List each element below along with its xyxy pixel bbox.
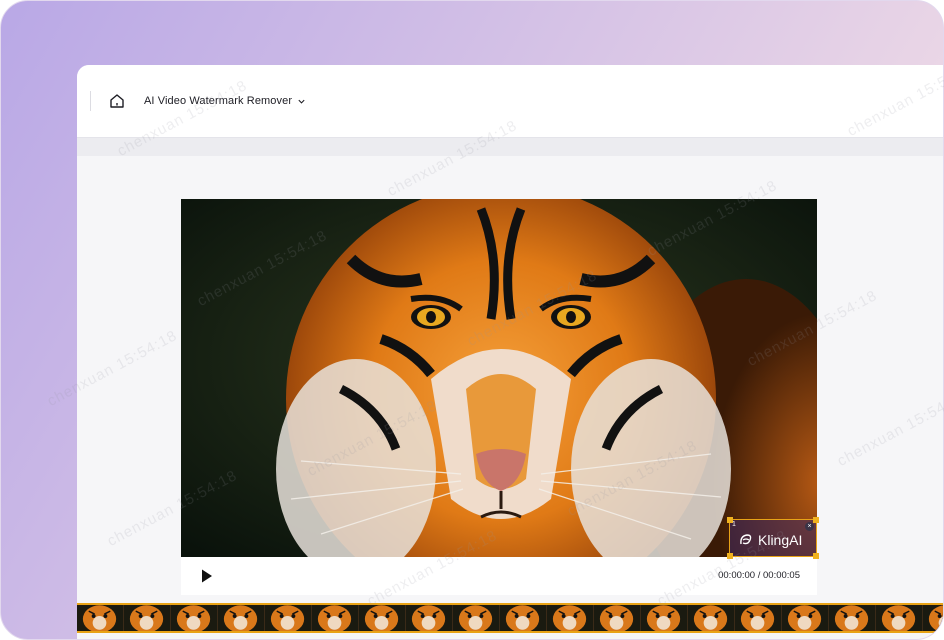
total-time: 00:00:05	[763, 570, 800, 581]
filmstrip-frame	[359, 605, 406, 631]
app-window: AI Video Watermark Remover 00:00:00 / 00…	[77, 65, 943, 639]
filmstrip-frame	[265, 605, 312, 631]
timeline-filmstrip[interactable]	[77, 603, 943, 633]
filmstrip-frame	[218, 605, 265, 631]
tiger-video-frame	[181, 199, 817, 557]
video-preview[interactable]	[181, 199, 817, 557]
filmstrip-frame	[829, 605, 876, 631]
tool-selector-label: AI Video Watermark Remover	[144, 95, 293, 107]
tool-selector[interactable]: AI Video Watermark Remover	[144, 93, 306, 109]
filmstrip-frame	[641, 605, 688, 631]
filmstrip-frame	[782, 605, 829, 631]
outer-frame: AI Video Watermark Remover 00:00:00 / 00…	[0, 0, 944, 640]
selection-index: 1	[732, 521, 736, 528]
filmstrip-frame	[923, 605, 943, 631]
kling-watermark: KlingAI	[738, 532, 802, 548]
sub-toolbar	[77, 138, 943, 156]
time-separator: /	[755, 570, 764, 581]
filmstrip-frame	[500, 605, 547, 631]
chevron-down-icon	[298, 99, 305, 104]
resize-handle-bl[interactable]	[727, 553, 733, 559]
current-time: 00:00:00	[718, 570, 756, 581]
filmstrip-frame	[547, 605, 594, 631]
home-icon[interactable]	[108, 92, 126, 110]
filmstrip-frame	[688, 605, 735, 631]
watermark-selection-box[interactable]: 1 × KlingAI	[727, 517, 819, 559]
filmstrip-frame	[735, 605, 782, 631]
watermark-logo-text: KlingAI	[758, 532, 803, 548]
filmstrip-frame	[77, 605, 124, 631]
filmstrip-frame	[124, 605, 171, 631]
filmstrip-frame	[876, 605, 923, 631]
player-controls: 00:00:00 / 00:00:05	[181, 557, 817, 595]
close-icon[interactable]: ×	[805, 522, 814, 531]
topbar-divider	[90, 91, 91, 111]
filmstrip-frame	[171, 605, 218, 631]
filmstrip-frame	[453, 605, 500, 631]
filmstrip-frame	[406, 605, 453, 631]
kling-logo-icon	[740, 534, 752, 545]
resize-handle-br[interactable]	[813, 553, 819, 559]
filmstrip-frame	[312, 605, 359, 631]
resize-handle-tr[interactable]	[813, 517, 819, 523]
top-bar: AI Video Watermark Remover	[77, 65, 943, 138]
time-display: 00:00:00 / 00:00:05	[718, 570, 800, 581]
filmstrip-frame	[594, 605, 641, 631]
play-icon[interactable]	[199, 568, 215, 584]
